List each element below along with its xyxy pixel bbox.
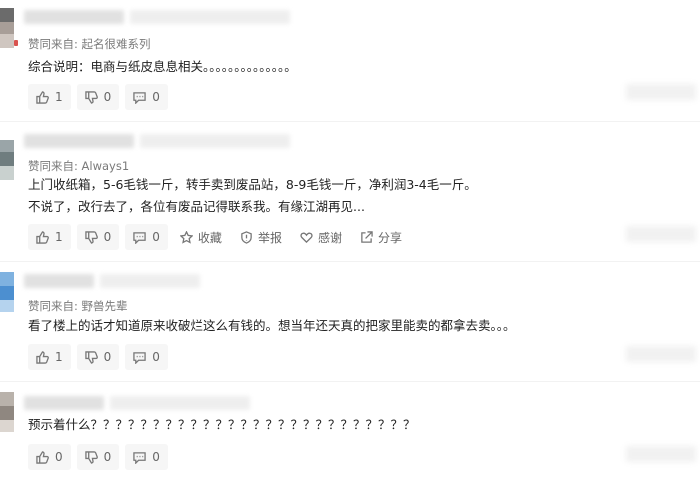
- reply-count: 0: [152, 230, 160, 244]
- thumbs-down-icon: [84, 90, 98, 104]
- comment-text: 预示着什么？？？？？？？？？？？？？？？？？？？？？？？？？？: [28, 414, 416, 436]
- reply-button[interactable]: 0: [125, 344, 168, 370]
- comment-actions: 1 0 0: [28, 84, 168, 110]
- report-label: 举报: [257, 230, 282, 245]
- reply-button[interactable]: 0: [125, 444, 168, 470]
- like-button[interactable]: 1: [28, 344, 71, 370]
- avatar[interactable]: [0, 392, 14, 432]
- comment-icon: [133, 351, 147, 364]
- dislike-button[interactable]: 0: [76, 344, 120, 370]
- upvote-source-user[interactable]: 野兽先辈: [82, 299, 128, 313]
- avatar[interactable]: [0, 8, 14, 48]
- like-button[interactable]: 0: [28, 444, 71, 470]
- upvote-source-prefix: 赞同来自:: [28, 299, 82, 313]
- thanks-label: 感谢: [317, 230, 342, 245]
- comment-text-line: 综合说明：电商与纸皮息息相关。。。。。。。。。。。。。。: [28, 59, 297, 74]
- comment-item: 赞同来自: 起名很难系列 综合说明：电商与纸皮息息相关。。。。。。。。。。。。。…: [0, 0, 700, 122]
- dislike-count: 0: [103, 90, 112, 104]
- comment-icon: [133, 451, 147, 464]
- like-count: 0: [55, 450, 63, 464]
- upvote-source-prefix: 赞同来自:: [28, 37, 82, 51]
- reply-button[interactable]: 0: [125, 84, 168, 110]
- comment-text-line: 上门收纸箱，5-6毛钱一斤，转手卖到废品站，8-9毛钱一斤，净利润3-4毛一斤。: [28, 177, 477, 192]
- dislike-button[interactable]: 0: [76, 224, 120, 250]
- upvote-source: 赞同来自: Always1: [28, 158, 129, 174]
- comment-icon: [133, 231, 147, 244]
- comment-actions: 1 0 0 收藏 举报 感谢 分享: [28, 224, 408, 250]
- comment-item: 预示着什么？？？？？？？？？？？？？？？？？？？？？？？？？？ 0 0 0: [0, 382, 700, 483]
- comment-actions: 1 0 0: [28, 344, 168, 370]
- shield-icon: [241, 230, 252, 244]
- share-icon: [361, 230, 373, 243]
- comment-item: 赞同来自: 野兽先辈 看了楼上的话才知道原来收破烂这么有钱的。想当年还天真的把家…: [0, 262, 700, 382]
- dislike-count: 0: [103, 350, 112, 364]
- upvote-source: 赞同来自: 野兽先辈: [28, 298, 128, 314]
- reply-button[interactable]: 0: [125, 224, 168, 250]
- like-count: 1: [55, 350, 63, 364]
- share-label: 分享: [377, 230, 402, 245]
- upvote-source: 赞同来自: 起名很难系列: [28, 36, 151, 52]
- comment-actions: 0 0 0: [28, 444, 168, 470]
- thumbs-down-icon: [84, 450, 98, 464]
- share-button[interactable]: 分享: [354, 224, 408, 250]
- thumbs-up-icon: [36, 90, 49, 104]
- thumbs-down-icon: [84, 350, 98, 364]
- upvote-source-prefix: 赞同来自:: [28, 159, 82, 173]
- comment-icon: [133, 91, 147, 104]
- like-count: 1: [55, 230, 63, 244]
- reply-count: 0: [152, 450, 160, 464]
- dislike-count: 0: [103, 230, 112, 244]
- thumbs-up-icon: [36, 350, 49, 364]
- upvote-source-user[interactable]: 起名很难系列: [82, 37, 151, 51]
- like-count: 1: [55, 90, 63, 104]
- thumbs-up-icon: [36, 450, 49, 464]
- comment-item: 赞同来自: Always1 上门收纸箱，5-6毛钱一斤，转手卖到废品站，8-9毛…: [0, 122, 700, 262]
- comment-text-line: 预示着什么？？？？？？？？？？？？？？？？？？？？？？？？？？: [28, 417, 416, 432]
- like-button[interactable]: 1: [28, 224, 71, 250]
- reply-count: 0: [152, 90, 160, 104]
- comment-text: 综合说明：电商与纸皮息息相关。。。。。。。。。。。。。。: [28, 56, 297, 78]
- thanks-button[interactable]: 感谢: [294, 224, 348, 250]
- reply-count: 0: [152, 350, 160, 364]
- comment-text: 看了楼上的话才知道原来收破烂这么有钱的。想当年还天真的把家里能卖的都拿去卖。。。: [28, 315, 516, 337]
- like-button[interactable]: 1: [28, 84, 71, 110]
- avatar[interactable]: [0, 140, 14, 180]
- star-icon: [179, 230, 193, 244]
- dislike-button[interactable]: 0: [76, 84, 120, 110]
- thumbs-up-icon: [36, 230, 49, 244]
- heart-icon: [300, 232, 313, 243]
- comment-text-line: 看了楼上的话才知道原来收破烂这么有钱的。想当年还天真的把家里能卖的都拿去卖。。。: [28, 318, 516, 333]
- thumbs-down-icon: [84, 230, 98, 244]
- dislike-button[interactable]: 0: [76, 444, 120, 470]
- favorite-label: 收藏: [197, 230, 222, 245]
- comment-text: 上门收纸箱，5-6毛钱一斤，转手卖到废品站，8-9毛钱一斤，净利润3-4毛一斤。…: [28, 174, 477, 218]
- favorite-button[interactable]: 收藏: [174, 224, 228, 250]
- report-button[interactable]: 举报: [234, 224, 288, 250]
- upvote-source-user[interactable]: Always1: [82, 159, 130, 173]
- avatar[interactable]: [0, 272, 14, 312]
- comment-text-line: 不说了，改行去了，各位有废品记得联系我。有缘江湖再见...: [28, 199, 365, 214]
- dislike-count: 0: [103, 450, 112, 464]
